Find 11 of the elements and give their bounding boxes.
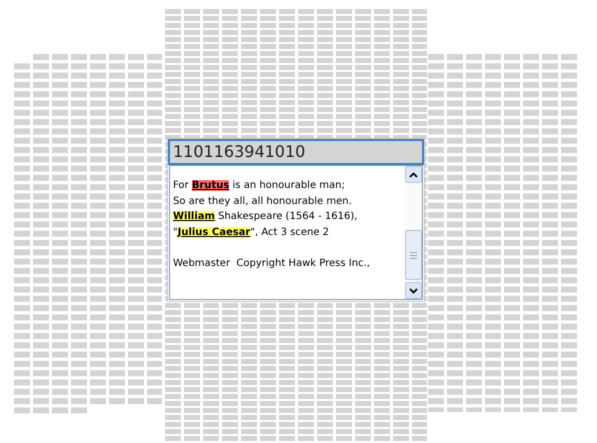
text-line: So are they all, all honourable men. bbox=[173, 194, 352, 208]
caret-down-icon bbox=[409, 288, 418, 294]
caret-up-icon bbox=[409, 172, 418, 178]
id-field[interactable]: 1101163941010 bbox=[168, 139, 424, 165]
text-line: For Brutus is an honourable man; bbox=[173, 179, 345, 193]
text-line: Webmaster Copyright Hawk Press Inc., bbox=[173, 256, 370, 270]
text-line: William Shakespeare (1564 - 1616), bbox=[173, 210, 358, 224]
scroll-thumb[interactable] bbox=[405, 230, 422, 280]
scroll-down-button[interactable] bbox=[405, 282, 422, 299]
scroll-bar[interactable] bbox=[405, 166, 422, 299]
scroll-up-button[interactable] bbox=[405, 166, 422, 183]
